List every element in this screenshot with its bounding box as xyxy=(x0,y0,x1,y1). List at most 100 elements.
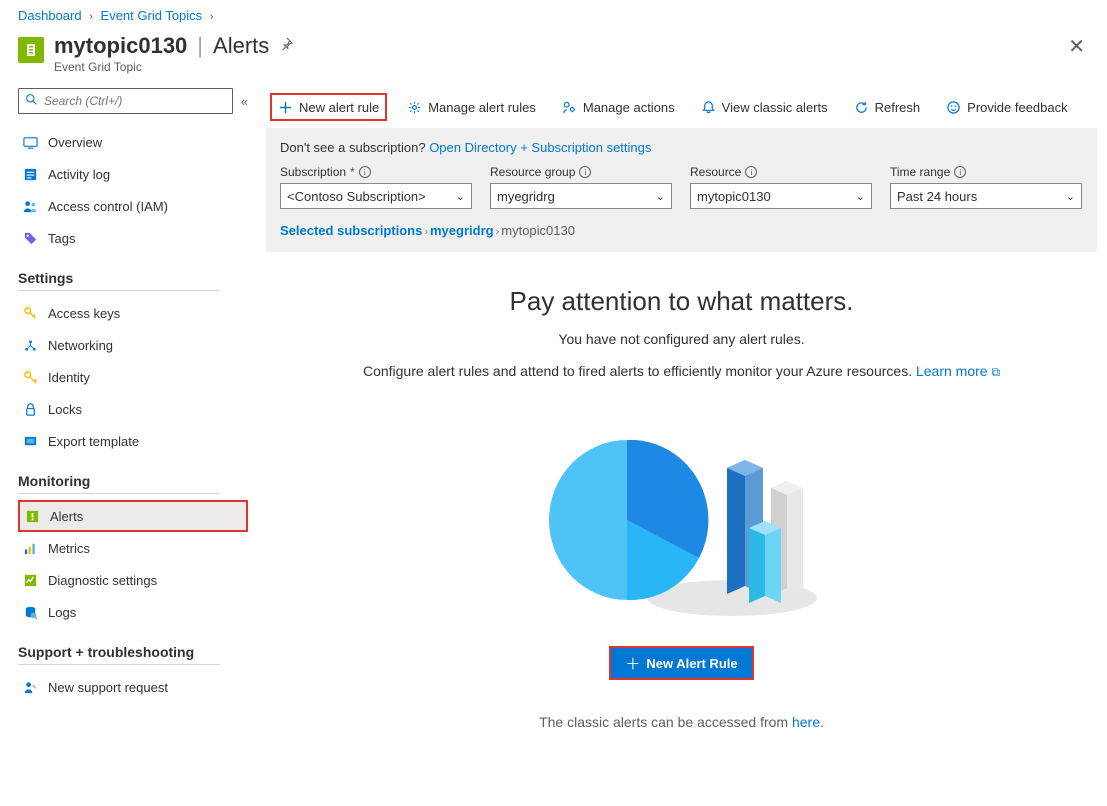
sidebar-item-label: Export template xyxy=(48,434,139,449)
sidebar-item-access-keys[interactable]: Access keys xyxy=(18,297,248,329)
collapse-sidebar-button[interactable]: « xyxy=(241,94,248,109)
chevron-right-icon: › xyxy=(210,11,214,23)
page-subtitle: Event Grid Topic xyxy=(54,60,1064,74)
actions-icon xyxy=(562,100,577,115)
identity-icon xyxy=(22,369,38,385)
chevron-down-icon: ⌄ xyxy=(656,190,665,203)
new-alert-rule-primary-button[interactable]: ＋New Alert Rule xyxy=(609,646,753,680)
provide-feedback-button[interactable]: Provide feedback xyxy=(940,93,1073,121)
subscription-message: Don't see a subscription? Open Directory… xyxy=(280,140,1083,155)
support-icon xyxy=(22,679,38,695)
sidebar-item-identity[interactable]: Identity xyxy=(18,361,248,393)
sidebar-item-diagnostic-settings[interactable]: Diagnostic settings xyxy=(18,564,248,596)
sidebar-item-access-control[interactable]: Access control (IAM) xyxy=(18,190,248,222)
sidebar-item-networking[interactable]: Networking xyxy=(18,329,248,361)
sidebar-item-label: Metrics xyxy=(48,541,90,556)
empty-state: Pay attention to what matters. You have … xyxy=(266,252,1097,730)
sidebar-item-logs[interactable]: Logs xyxy=(18,596,248,628)
sidebar-item-label: Networking xyxy=(48,338,113,353)
sidebar-item-label: Access control (IAM) xyxy=(48,199,168,214)
bell-icon xyxy=(701,100,716,115)
toolbar-label: Provide feedback xyxy=(967,100,1067,115)
divider xyxy=(18,290,220,291)
new-alert-rule-button[interactable]: New alert rule xyxy=(270,93,387,121)
chevron-down-icon: ⌄ xyxy=(456,190,465,203)
sidebar-item-label: New support request xyxy=(48,680,168,695)
toolbar-label: New alert rule xyxy=(299,100,379,115)
overview-icon xyxy=(22,134,38,150)
logs-icon xyxy=(22,604,38,620)
divider xyxy=(18,493,220,494)
search-input-wrapper[interactable] xyxy=(18,88,233,114)
info-icon[interactable]: i xyxy=(579,166,591,178)
empty-heading: Pay attention to what matters. xyxy=(326,286,1037,317)
page-header: mytopic0130 | Alerts Event Grid Topic ✕ xyxy=(0,27,1107,88)
refresh-icon xyxy=(854,100,869,115)
sidebar-item-locks[interactable]: Locks xyxy=(18,393,248,425)
breadcrumb-event-grid-topics[interactable]: Event Grid Topics xyxy=(101,8,203,23)
sidebar-item-alerts[interactable]: Alerts xyxy=(18,500,248,532)
page-title: mytopic0130 xyxy=(54,33,187,59)
time-range-select[interactable]: Past 24 hours⌄ xyxy=(890,183,1082,209)
open-directory-link[interactable]: Open Directory + Subscription settings xyxy=(429,140,651,155)
classic-alerts-here-link[interactable]: here xyxy=(792,714,820,730)
filter-crumb-resource-group[interactable]: myegridrg xyxy=(430,223,494,238)
sidebar-item-label: Diagnostic settings xyxy=(48,573,157,588)
info-icon[interactable]: i xyxy=(745,166,757,178)
subscription-select[interactable]: <Contoso Subscription>⌄ xyxy=(280,183,472,209)
plus-icon xyxy=(278,100,293,115)
resource-group-select[interactable]: myegridrg⌄ xyxy=(490,183,672,209)
info-icon[interactable]: i xyxy=(954,166,966,178)
sidebar-item-label: Tags xyxy=(48,231,75,246)
empty-description: Configure alert rules and attend to fire… xyxy=(326,361,1037,382)
breadcrumb: Dashboard › Event Grid Topics › xyxy=(0,0,1107,27)
sidebar-item-label: Identity xyxy=(48,370,90,385)
feedback-icon xyxy=(946,100,961,115)
sidebar-item-label: Alerts xyxy=(50,509,83,524)
time-range-label: Time range i xyxy=(890,165,1082,179)
sidebar-item-tags[interactable]: Tags xyxy=(18,222,248,254)
sidebar-item-activity-log[interactable]: Activity log xyxy=(18,158,248,190)
manage-actions-button[interactable]: Manage actions xyxy=(556,93,681,121)
resource-select[interactable]: mytopic0130⌄ xyxy=(690,183,872,209)
event-grid-topic-icon xyxy=(18,37,44,63)
access-control-icon xyxy=(22,198,38,214)
title-separator: | xyxy=(197,33,203,59)
info-icon[interactable]: i xyxy=(359,166,371,178)
empty-line-1: You have not configured any alert rules. xyxy=(326,331,1037,347)
sidebar-item-new-support-request[interactable]: New support request xyxy=(18,671,248,703)
page-section-title: Alerts xyxy=(213,33,269,59)
diagnostic-icon xyxy=(22,572,38,588)
search-icon xyxy=(25,93,38,109)
manage-alert-rules-button[interactable]: Manage alert rules xyxy=(401,93,542,121)
sidebar-section-monitoring: Monitoring xyxy=(18,473,248,489)
subscription-label: Subscription * i xyxy=(280,165,472,179)
toolbar-label: Refresh xyxy=(875,100,921,115)
sidebar-item-overview[interactable]: Overview xyxy=(18,126,248,158)
empty-illustration xyxy=(527,408,837,628)
toolbar-label: Manage alert rules xyxy=(428,100,536,115)
export-template-icon xyxy=(22,433,38,449)
pin-icon[interactable] xyxy=(279,37,293,55)
filter-breadcrumb: Selected subscriptions›myegridrg›mytopic… xyxy=(280,223,1083,238)
sidebar-item-metrics[interactable]: Metrics xyxy=(18,532,248,564)
breadcrumb-dashboard[interactable]: Dashboard xyxy=(18,8,82,23)
sidebar: « Overview Activity log Access control (… xyxy=(0,88,262,750)
refresh-button[interactable]: Refresh xyxy=(848,93,927,121)
main-content: New alert rule Manage alert rules Manage… xyxy=(262,88,1107,750)
filter-crumb-selected-subscriptions[interactable]: Selected subscriptions xyxy=(280,223,422,238)
alerts-icon xyxy=(24,508,40,524)
external-link-icon: ⧉ xyxy=(991,365,1000,379)
learn-more-link[interactable]: Learn more ⧉ xyxy=(916,363,1000,379)
gear-icon xyxy=(407,100,422,115)
close-button[interactable]: ✕ xyxy=(1064,33,1089,61)
chevron-down-icon: ⌄ xyxy=(856,190,865,203)
search-input[interactable] xyxy=(44,94,226,108)
sidebar-item-export-template[interactable]: Export template xyxy=(18,425,248,457)
sidebar-item-label: Activity log xyxy=(48,167,110,182)
sidebar-section-settings: Settings xyxy=(18,270,248,286)
metrics-icon xyxy=(22,540,38,556)
filter-crumb-resource: mytopic0130 xyxy=(501,223,575,238)
classic-alerts-note: The classic alerts can be accessed from … xyxy=(326,714,1037,730)
view-classic-alerts-button[interactable]: View classic alerts xyxy=(695,93,834,121)
